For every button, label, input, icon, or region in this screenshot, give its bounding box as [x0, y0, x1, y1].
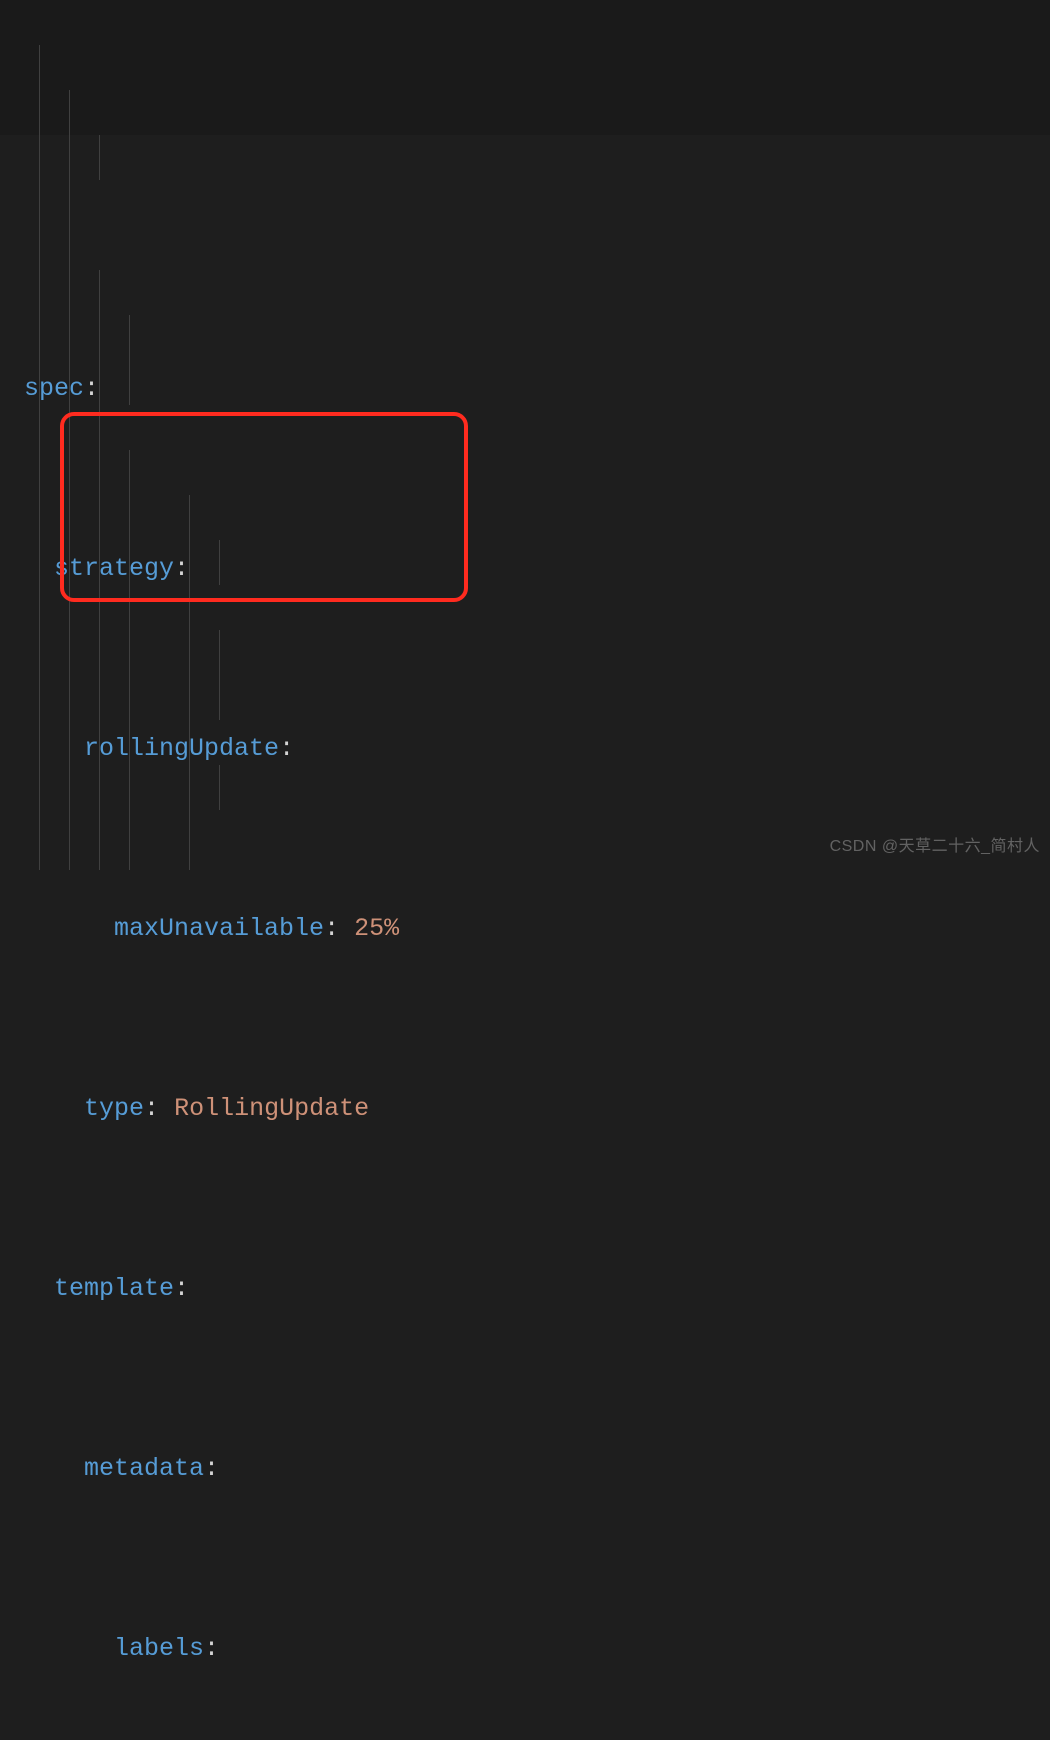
- code-line: rollingUpdate:: [24, 726, 1050, 771]
- code-editor[interactable]: spec: strategy: rollingUpdate: maxUnavai…: [0, 0, 1050, 1740]
- code-line: labels:: [24, 1626, 1050, 1671]
- yaml-key: type: [84, 1094, 144, 1123]
- yaml-key: template: [54, 1274, 174, 1303]
- yaml-key: maxUnavailable: [114, 914, 324, 943]
- yaml-value: RollingUpdate: [174, 1094, 369, 1123]
- code-line: strategy:: [24, 546, 1050, 591]
- code-line: type: RollingUpdate: [24, 1086, 1050, 1131]
- yaml-value: 25%: [354, 914, 399, 943]
- yaml-key: rollingUpdate: [84, 734, 279, 763]
- top-shade: [0, 0, 1050, 135]
- yaml-key: metadata: [84, 1454, 204, 1483]
- yaml-key: strategy: [54, 554, 174, 583]
- code-line: template:: [24, 1266, 1050, 1311]
- yaml-key: spec: [24, 374, 84, 403]
- code-line: metadata:: [24, 1446, 1050, 1491]
- yaml-key: labels: [114, 1634, 204, 1663]
- watermark: CSDN @天草二十六_简村人: [830, 833, 1040, 862]
- code-line: maxUnavailable: 25%: [24, 906, 1050, 951]
- code-line: spec:: [24, 366, 1050, 411]
